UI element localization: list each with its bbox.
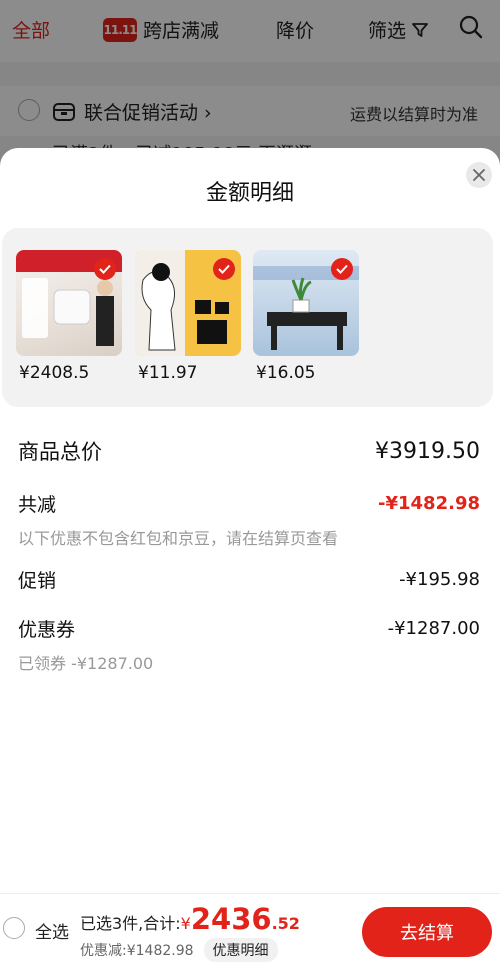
selected-check-icon xyxy=(213,258,235,280)
total-price-value: ¥3919.50 xyxy=(375,438,480,464)
product-price: ¥11.97 xyxy=(138,363,198,383)
discount-summary: 优惠减:¥1482.98 优惠明细 xyxy=(80,938,278,962)
product-price: ¥16.05 xyxy=(256,363,316,383)
product-item[interactable]: ¥11.97 xyxy=(135,250,241,383)
product-item[interactable]: ¥16.05 xyxy=(253,250,359,383)
checkout-bar: 全选 已选3件,合计: ¥ 2436 .52 优惠减:¥1482.98 优惠明细… xyxy=(0,893,500,969)
sheet-title: 金额明细 xyxy=(205,181,294,206)
selected-check-icon xyxy=(331,258,353,280)
total-discount-label: 共减 xyxy=(18,494,57,516)
discount-detail-button[interactable]: 优惠明细 xyxy=(203,938,278,962)
amount-decimal: .52 xyxy=(271,914,300,933)
product-strip: ¥2408.5 ¥11.97 ¥16.05 xyxy=(2,228,493,407)
total-price-row: 商品总价 ¥3919.50 xyxy=(18,436,480,466)
product-thumbnail xyxy=(135,250,241,356)
promotion-label: 促销 xyxy=(18,570,57,592)
coupon-row: 优惠券 -¥1287.00 xyxy=(18,615,480,642)
promotion-row: 促销 -¥195.98 xyxy=(18,566,480,593)
total-discount-value: -¥1482.98 xyxy=(378,493,480,514)
product-thumbnail xyxy=(16,250,122,356)
coupon-note: 已领券 -¥1287.00 xyxy=(18,654,154,673)
checkout-button[interactable]: 去结算 xyxy=(362,907,492,957)
total-discount-row: 共减 -¥1482.98 xyxy=(18,490,480,517)
discount-note: 以下优惠不包含红包和京豆，请在结算页查看 xyxy=(18,529,339,548)
selected-check-icon xyxy=(94,258,116,280)
amount-detail-sheet: 金额明细 ¥2408.5 ¥11.97 ¥16.05 商品总价 ¥3919.50… xyxy=(0,148,500,893)
product-thumbnail xyxy=(253,250,359,356)
coupon-label: 优惠券 xyxy=(18,619,76,641)
close-button[interactable] xyxy=(466,162,492,188)
total-price-label: 商品总价 xyxy=(18,440,102,464)
discount-amount: 优惠减:¥1482.98 xyxy=(80,943,194,959)
product-item[interactable]: ¥2408.5 xyxy=(16,250,122,383)
amount-integer: 2436 xyxy=(190,902,272,936)
promotion-value: -¥195.98 xyxy=(399,569,480,590)
coupon-value: -¥1287.00 xyxy=(387,618,480,639)
total-summary: 已选3件,合计: ¥ 2436 .52 xyxy=(80,902,300,936)
currency-symbol: ¥ xyxy=(180,914,191,933)
select-all-radio[interactable] xyxy=(3,917,25,939)
product-price: ¥2408.5 xyxy=(19,363,90,383)
select-all-label[interactable]: 全选 xyxy=(35,918,69,943)
summary-label: 已选3件,合计: xyxy=(80,914,181,933)
close-icon xyxy=(473,169,485,181)
